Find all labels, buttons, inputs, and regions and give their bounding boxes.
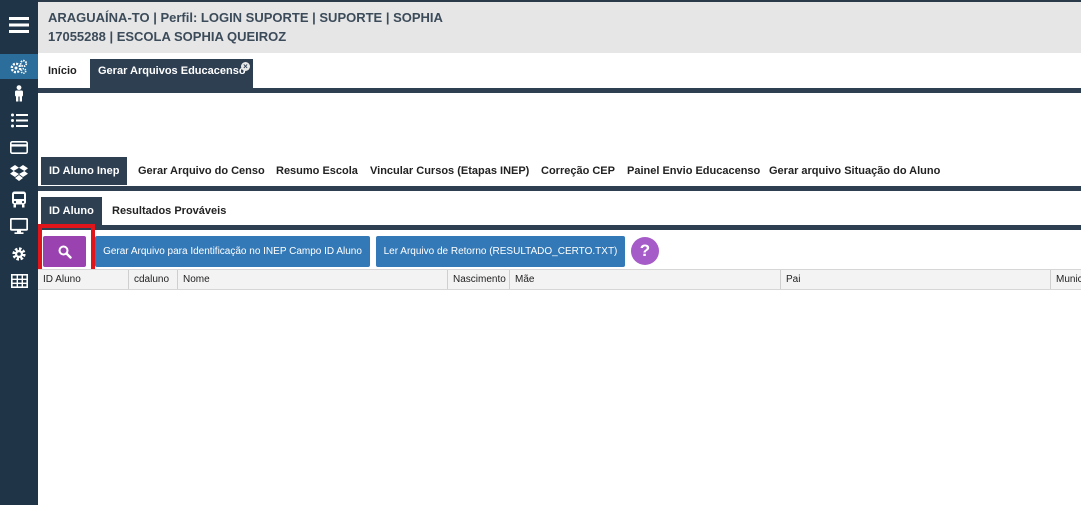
highlight-box <box>38 224 95 254</box>
grid-header: ID Aluno cdaluno Nome Nascimento Mãe Pai… <box>38 269 1081 290</box>
column-municipio[interactable]: Munic <box>1051 270 1081 289</box>
sidebar <box>0 0 38 505</box>
tab-vincular-cursos[interactable]: Vincular Cursos (Etapas INEP) <box>370 157 529 185</box>
generate-inep-file-button[interactable]: Gerar Arquivo para Identificação no INEP… <box>95 236 370 267</box>
tab-id-aluno-inep[interactable]: ID Aluno Inep <box>41 157 128 185</box>
tab-painel-envio[interactable]: Painel Envio Educacenso <box>627 157 760 185</box>
bus-icon[interactable] <box>0 188 38 210</box>
help-button[interactable]: ? <box>631 237 659 265</box>
column-nascimento[interactable]: Nascimento <box>448 270 510 289</box>
gears-icon[interactable] <box>0 54 38 79</box>
tab-situacao-aluno[interactable]: Gerar arquivo Situação do Aluno <box>769 157 940 185</box>
subtab-divider <box>38 186 1081 191</box>
session-header: ARAGUAÍNA-TO | Perfil: LOGIN SUPORTE | S… <box>38 0 1081 53</box>
tab-id-aluno[interactable]: ID Aluno <box>41 197 102 225</box>
tab-gerar-arquivos-educacenso[interactable]: Gerar Arquivos Educacenso × <box>90 59 253 88</box>
column-cdaluno[interactable]: cdaluno <box>129 270 178 289</box>
school-info-line: 17055288 | ESCOLA SOPHIA QUEIROZ <box>48 29 287 44</box>
close-tab-icon[interactable]: × <box>241 62 250 71</box>
table-icon[interactable] <box>0 270 38 292</box>
inner-tab-divider <box>38 225 1081 230</box>
window-tabs: Início Gerar Arquivos Educacenso × <box>38 59 1081 88</box>
tab-resumo-escola[interactable]: Resumo Escola <box>276 157 358 185</box>
app-window: ARAGUAÍNA-TO | Perfil: LOGIN SUPORTE | S… <box>0 0 1081 505</box>
tab-gerar-arquivo-censo[interactable]: Gerar Arquivo do Censo <box>138 157 265 185</box>
tab-label: Gerar Arquivos Educacenso <box>98 65 246 77</box>
tab-correcao-cep[interactable]: Correção CEP <box>541 157 615 185</box>
list-icon[interactable] <box>0 109 38 131</box>
column-id-aluno[interactable]: ID Aluno <box>38 270 129 289</box>
person-icon[interactable] <box>0 82 38 104</box>
column-nome[interactable]: Nome <box>178 270 448 289</box>
hamburger-menu-icon[interactable] <box>0 10 38 40</box>
session-info-line: ARAGUAÍNA-TO | Perfil: LOGIN SUPORTE | S… <box>48 10 443 25</box>
tab-divider <box>38 88 1081 93</box>
credit-card-icon[interactable] <box>0 136 38 158</box>
column-pai[interactable]: Pai <box>781 270 1051 289</box>
read-return-file-button[interactable]: Ler Arquivo de Retorno (RESULTADO_CERTO.… <box>376 236 625 267</box>
tab-inicio[interactable]: Início <box>48 59 77 88</box>
dropbox-icon[interactable] <box>0 162 38 184</box>
column-mae[interactable]: Mãe <box>510 270 781 289</box>
monitor-icon[interactable] <box>0 215 38 237</box>
gear-icon[interactable] <box>0 243 38 265</box>
tab-resultados-provaveis[interactable]: Resultados Prováveis <box>112 197 226 225</box>
